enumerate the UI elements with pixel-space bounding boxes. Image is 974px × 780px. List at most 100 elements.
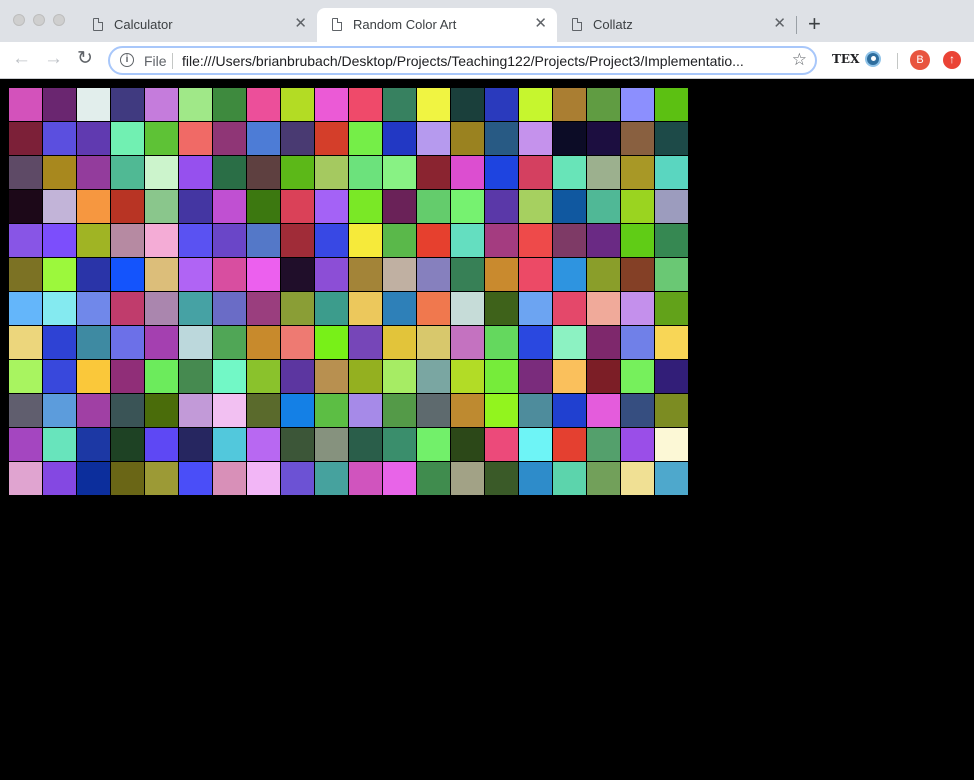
color-square — [553, 360, 586, 393]
color-square — [213, 190, 246, 223]
eye-icon[interactable] — [865, 51, 881, 67]
color-square — [349, 326, 382, 359]
color-square — [9, 292, 42, 325]
tab-collatz[interactable]: Collatz ✕ — [557, 8, 796, 42]
color-square — [451, 292, 484, 325]
star-icon[interactable]: ☆ — [792, 50, 807, 70]
new-tab-button[interactable]: + — [808, 12, 821, 36]
color-square — [451, 394, 484, 427]
color-square — [621, 360, 654, 393]
color-square — [281, 156, 314, 189]
tab-random-color-art[interactable]: Random Color Art ✕ — [317, 8, 557, 42]
url-scheme-chip[interactable]: File — [144, 53, 167, 69]
color-square — [9, 258, 42, 291]
color-square — [77, 326, 110, 359]
color-square — [451, 122, 484, 155]
color-square — [485, 360, 518, 393]
browser-chrome: Calculator ✕ Random Color Art ✕ Collatz … — [0, 0, 974, 79]
color-square — [349, 190, 382, 223]
color-square — [621, 394, 654, 427]
color-square — [621, 122, 654, 155]
color-square — [417, 156, 450, 189]
color-square — [553, 326, 586, 359]
color-square — [383, 190, 416, 223]
color-square — [111, 428, 144, 461]
color-square — [111, 292, 144, 325]
color-square — [519, 462, 552, 495]
color-square — [383, 394, 416, 427]
color-square — [417, 224, 450, 257]
color-square — [349, 292, 382, 325]
reload-icon[interactable]: ↻ — [77, 49, 93, 69]
close-tab-icon[interactable]: ✕ — [534, 16, 547, 32]
color-square — [655, 258, 688, 291]
color-square — [383, 122, 416, 155]
color-square — [655, 122, 688, 155]
back-icon[interactable]: ← — [12, 49, 31, 69]
color-square — [315, 394, 348, 427]
color-square — [621, 156, 654, 189]
color-square — [179, 122, 212, 155]
color-square — [111, 190, 144, 223]
tex-extension-icon[interactable]: TEX — [832, 52, 859, 66]
color-square — [145, 462, 178, 495]
color-square — [213, 88, 246, 121]
color-square — [315, 190, 348, 223]
color-square — [145, 156, 178, 189]
color-square — [77, 360, 110, 393]
color-square — [145, 88, 178, 121]
color-square — [485, 88, 518, 121]
color-square — [485, 224, 518, 257]
color-square — [451, 224, 484, 257]
color-square — [315, 326, 348, 359]
toolbar: ← → ↻ i File file:///Users/brianbrubach/… — [0, 42, 974, 79]
color-square — [621, 190, 654, 223]
minimize-window-icon[interactable] — [33, 14, 45, 26]
zoom-window-icon[interactable] — [53, 14, 65, 26]
color-square — [553, 156, 586, 189]
color-square — [111, 326, 144, 359]
color-square — [77, 224, 110, 257]
color-square — [383, 462, 416, 495]
color-square — [315, 292, 348, 325]
color-square — [179, 258, 212, 291]
color-square — [621, 292, 654, 325]
color-square — [655, 292, 688, 325]
close-tab-icon[interactable]: ✕ — [294, 16, 307, 32]
color-square — [247, 428, 280, 461]
color-square — [247, 394, 280, 427]
color-square — [213, 326, 246, 359]
color-square — [519, 156, 552, 189]
url-text[interactable]: file:///Users/brianbrubach/Desktop/Proje… — [182, 53, 778, 69]
color-square — [485, 122, 518, 155]
color-square — [281, 360, 314, 393]
color-square — [587, 292, 620, 325]
color-square — [349, 360, 382, 393]
color-square — [349, 224, 382, 257]
color-square — [485, 428, 518, 461]
color-square — [145, 190, 178, 223]
avatar[interactable]: B — [910, 50, 930, 70]
address-bar[interactable]: i File file:///Users/brianbrubach/Deskto… — [108, 46, 817, 75]
color-square — [417, 360, 450, 393]
color-square — [451, 156, 484, 189]
close-tab-icon[interactable]: ✕ — [773, 16, 786, 32]
color-square — [111, 394, 144, 427]
color-square — [247, 224, 280, 257]
color-square — [349, 122, 382, 155]
tab-title: Random Color Art — [353, 17, 457, 32]
color-square — [519, 292, 552, 325]
forward-icon[interactable]: → — [44, 49, 63, 69]
color-square — [587, 156, 620, 189]
color-square — [451, 428, 484, 461]
color-square — [77, 258, 110, 291]
close-window-icon[interactable] — [13, 14, 25, 26]
tab-title: Calculator — [114, 17, 173, 32]
update-icon[interactable]: ↑ — [943, 51, 961, 69]
color-square — [179, 428, 212, 461]
color-square — [43, 88, 76, 121]
color-square — [485, 326, 518, 359]
tab-calculator[interactable]: Calculator ✕ — [78, 8, 317, 42]
info-icon[interactable]: i — [120, 53, 134, 67]
color-square — [43, 224, 76, 257]
